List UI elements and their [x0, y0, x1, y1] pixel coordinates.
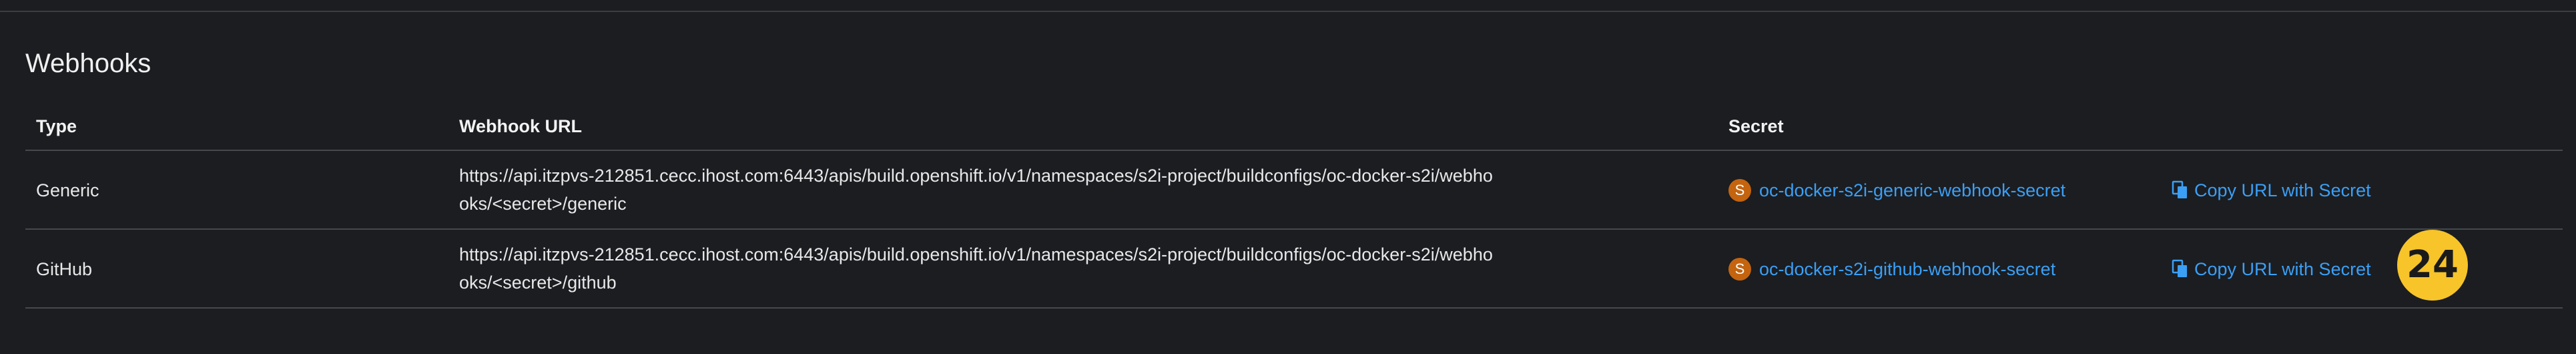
column-header-webhook-url: Webhook URL [459, 116, 582, 136]
top-divider [0, 11, 2576, 12]
webhook-url: https://api.itzpvs-212851.cecc.ihost.com… [459, 166, 1493, 214]
webhook-url: https://api.itzpvs-212851.cecc.ihost.com… [459, 244, 1493, 293]
secret-resource-badge: S [1728, 258, 1751, 281]
secret-name-link[interactable]: oc-docker-s2i-generic-webhook-secret [1759, 176, 2065, 204]
copy-url-label[interactable]: Copy URL with Secret [2194, 255, 2371, 283]
column-header-type: Type [36, 116, 77, 136]
webhooks-panel: Webhooks Type Webhook URL Secret Generic… [0, 0, 2576, 354]
step-marker-badge: 24 [2397, 230, 2468, 301]
table-row: Generic https://api.itzpvs-212851.cecc.i… [25, 151, 2563, 230]
column-header-secret: Secret [1728, 116, 1784, 136]
table-header-row: Type Webhook URL Secret [25, 102, 2563, 151]
copy-icon [2172, 259, 2187, 277]
table-row: GitHub https://api.itzpvs-212851.cecc.ih… [25, 230, 2563, 309]
secret-resource-badge: S [1728, 179, 1751, 202]
copy-icon [2172, 180, 2187, 198]
secret-link[interactable]: S oc-docker-s2i-github-webhook-secret [1728, 255, 2055, 283]
webhook-type: Generic [36, 180, 99, 200]
copy-url-with-secret-button[interactable]: Copy URL with Secret [2172, 255, 2371, 283]
section-title: Webhooks [25, 49, 151, 78]
webhooks-table: Type Webhook URL Secret Generic https://… [25, 102, 2563, 309]
secret-link[interactable]: S oc-docker-s2i-generic-webhook-secret [1728, 176, 2065, 204]
copy-url-with-secret-button[interactable]: Copy URL with Secret [2172, 176, 2371, 204]
secret-name-link[interactable]: oc-docker-s2i-github-webhook-secret [1759, 255, 2055, 283]
copy-url-label[interactable]: Copy URL with Secret [2194, 176, 2371, 204]
webhook-type: GitHub [36, 259, 93, 279]
